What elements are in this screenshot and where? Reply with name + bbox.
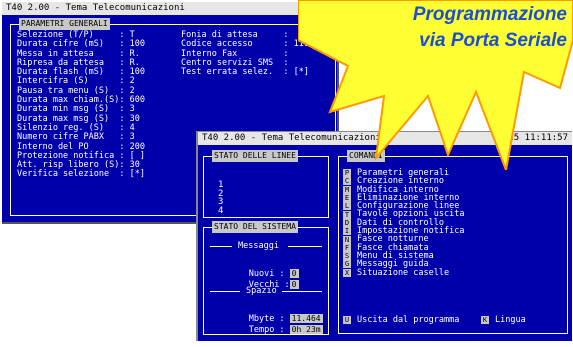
parametri-generali-title: PARAMETRI GENERALI (19, 18, 110, 30)
tempo-label: Tempo : (248, 325, 285, 335)
left-parameters-column: Selezione (T/P) : T Durata cifre (mS) : 1… (17, 30, 145, 180)
command-key: P (343, 169, 351, 178)
command-key: I (343, 227, 351, 236)
command-key: E (343, 194, 351, 203)
command-list: P Parametri generali C Creazione interno M Mo… (343, 169, 464, 277)
language-command[interactable]: K Lingua (481, 315, 526, 325)
spazio-rule-left (210, 291, 240, 292)
parameter-row[interactable]: Verifica selezione : [*] (17, 170, 145, 180)
command-key: C (343, 177, 351, 186)
messaggi-rule-right (288, 246, 322, 247)
stato-linee-title: STATO DELLE LINEE (212, 150, 298, 162)
stato-sistema-title: STATO DEL SISTEMA (212, 221, 298, 233)
language-label: Lingua (495, 315, 526, 325)
parameter-row[interactable]: Test errata selez. : [*] (181, 67, 314, 77)
comandi-panel: COMANDI P Parametri generali C Creazione in… (338, 150, 568, 334)
exit-key: U (343, 316, 351, 324)
language-key: K (481, 316, 489, 324)
messaggi-rule-left (210, 246, 232, 247)
command-key: S (343, 252, 351, 261)
right-parameters-column: Fonia di attesa : Codice accesso : 1111 In… (181, 30, 314, 77)
messaggi-heading: Messaggi (238, 241, 279, 251)
exit-label: Uscita dal programma (357, 315, 460, 325)
exit-command[interactable]: U Uscita dal programma (343, 315, 459, 325)
command-key: M (343, 185, 351, 194)
command-key: F (343, 243, 351, 252)
tempo-value: 0h 23m (289, 325, 323, 334)
promo-line-2: via Porta Seriale (419, 30, 567, 51)
command-item[interactable]: X Situazione caselle (343, 267, 464, 278)
vecchi-value: 0 (289, 280, 299, 289)
stato-sistema-panel: STATO DEL SISTEMA Messaggi Nuovi : 0 Vec… (203, 221, 329, 335)
command-key: G (343, 260, 351, 269)
command-key: X (343, 268, 351, 277)
lines-list: 1234 (218, 181, 223, 215)
command-key: L (343, 202, 351, 211)
command-key: N (343, 235, 351, 244)
command-label: Situazione caselle (357, 267, 450, 278)
spazio-rule-right (282, 291, 322, 292)
spazio-heading: Spazio (246, 286, 277, 296)
line-status-item: 4 (218, 205, 224, 216)
back-window-titlebar: T40 2.00 - Tema Telecomunicazioni (2, 2, 337, 15)
command-key: D (343, 218, 351, 227)
promo-line-1: Programmazione (412, 4, 567, 25)
back-window-title: T40 2.00 - Tema Telecomunicazioni (6, 3, 185, 13)
command-key: T (343, 210, 351, 219)
tempo-row: Tempo : 0h 23m (218, 315, 323, 341)
